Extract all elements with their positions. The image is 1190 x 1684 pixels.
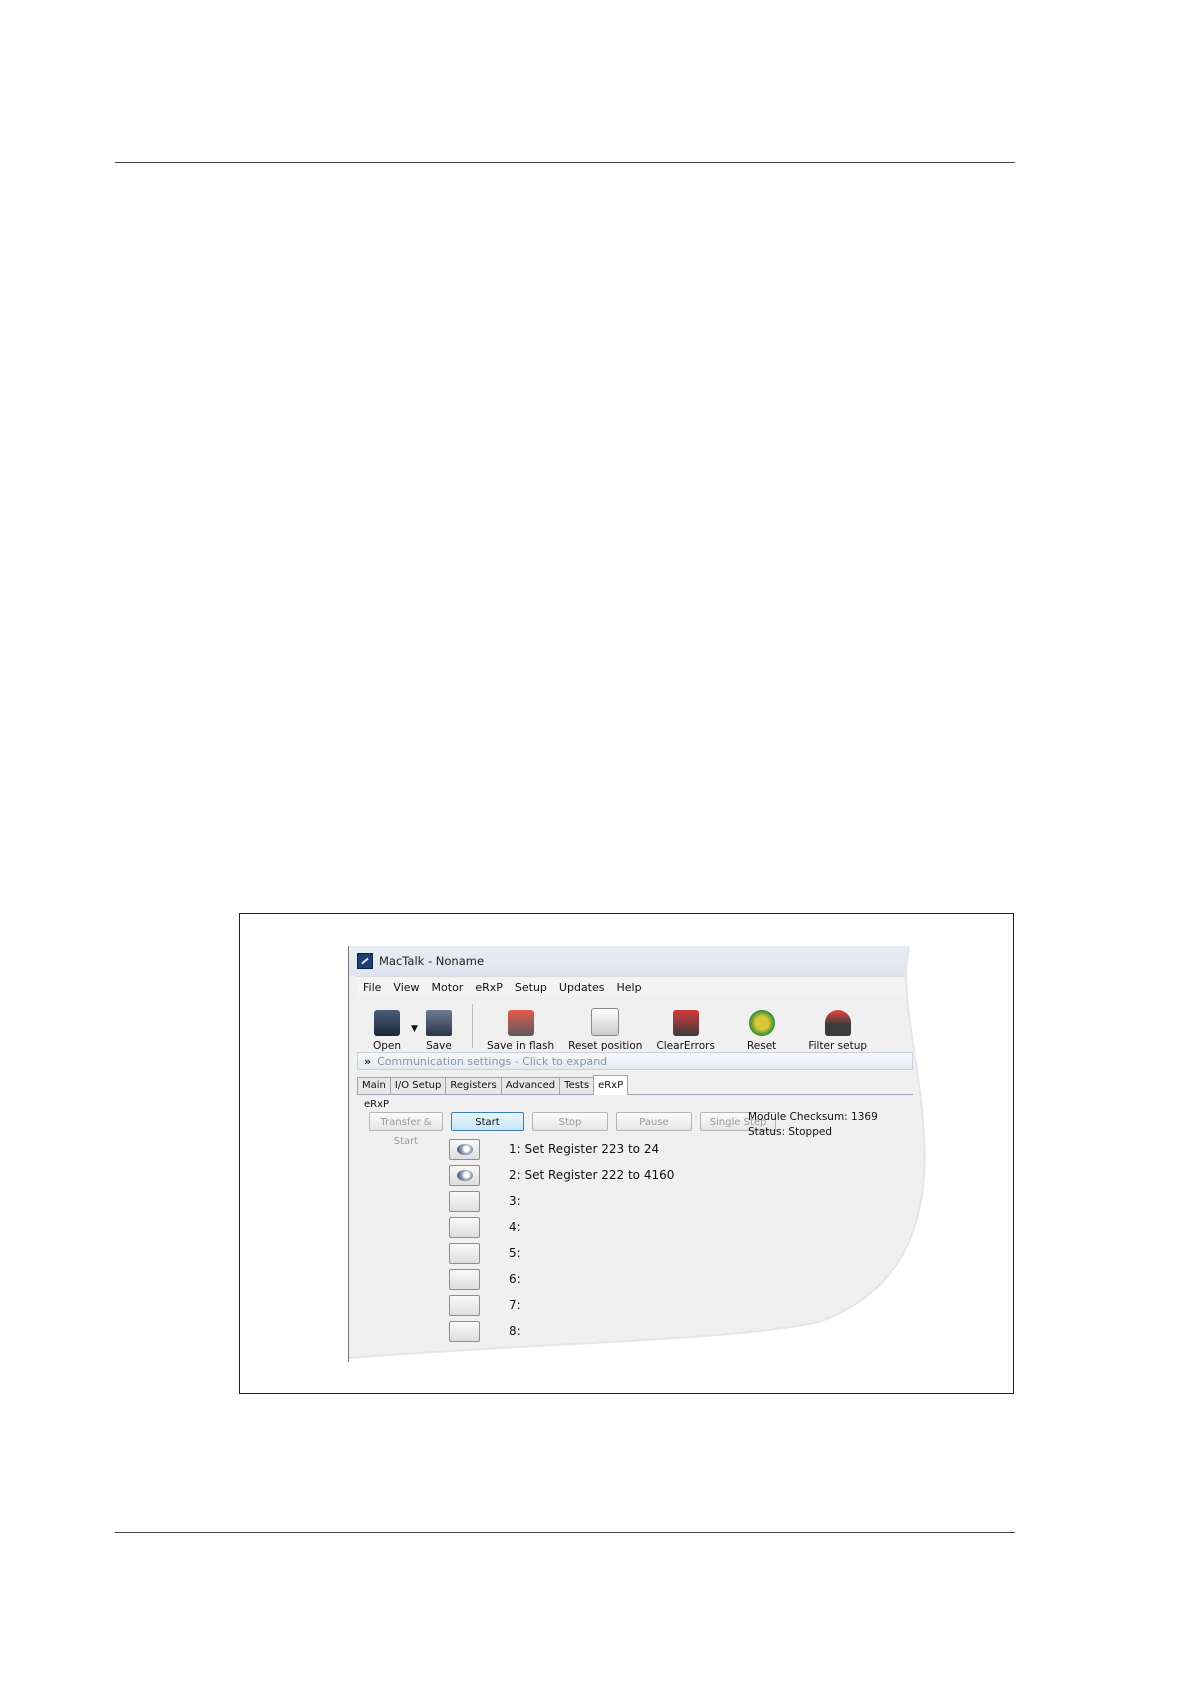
step-3-text: 3: xyxy=(509,1194,521,1208)
step-6-text: 6: xyxy=(509,1272,521,1286)
window-title: MacTalk - Noname xyxy=(379,954,485,968)
step-7-text: 7: xyxy=(509,1298,521,1312)
reset-green-icon xyxy=(748,1010,775,1036)
joystick-filter-icon xyxy=(824,1010,851,1036)
header-rule xyxy=(115,162,1015,163)
save-disk-icon xyxy=(425,1010,452,1036)
save-label: Save xyxy=(426,1040,452,1052)
step-row-4: 4: xyxy=(449,1217,869,1239)
menu-help[interactable]: Help xyxy=(611,981,648,994)
step-8-empty-button[interactable] xyxy=(449,1321,480,1342)
save-in-flash-label: Save in flash xyxy=(486,1040,555,1052)
step-row-7: 7: xyxy=(449,1295,869,1317)
module-checksum: Module Checksum: 1369 xyxy=(748,1111,878,1123)
filter-setup-label: Filter setup xyxy=(808,1040,868,1052)
step-6-empty-button[interactable] xyxy=(449,1269,480,1290)
reset-position-button[interactable]: Reset position xyxy=(568,998,642,1052)
menu-bar: File View Motor eRxP Setup Updates Help xyxy=(357,976,927,997)
toolbar: Open ▼ Save Save in flash Reset position… xyxy=(357,998,913,1052)
stop-button[interactable]: Stop xyxy=(532,1112,608,1131)
tab-tests[interactable]: Tests xyxy=(559,1077,595,1094)
filter-setup-button[interactable]: Filter setup xyxy=(808,998,867,1052)
menu-updates[interactable]: Updates xyxy=(553,981,611,994)
mactalk-app-icon xyxy=(357,953,373,969)
step-row-3: 3: xyxy=(449,1191,869,1213)
open-label: Open xyxy=(373,1040,402,1052)
title-bar: MacTalk - Noname xyxy=(349,946,934,976)
step-row-6: 6: xyxy=(449,1269,869,1291)
menu-erxp[interactable]: eRxP xyxy=(469,981,509,994)
footer-rule xyxy=(115,1532,1015,1533)
step-4-empty-button[interactable] xyxy=(449,1217,480,1238)
toolbar-separator xyxy=(471,1004,473,1048)
tab-erxp[interactable]: eRxP xyxy=(593,1075,629,1095)
open-folder-icon xyxy=(374,1010,401,1036)
open-dropdown-icon[interactable]: ▼ xyxy=(411,1024,418,1034)
step-1-text: 1: Set Register 223 to 24 xyxy=(509,1142,660,1156)
step-2-command-icon[interactable] xyxy=(449,1165,480,1186)
reset-button[interactable]: Reset xyxy=(747,998,776,1052)
step-row-1: 1: Set Register 223 to 24 xyxy=(449,1139,869,1161)
reset-label: Reset xyxy=(746,1040,777,1052)
save-button[interactable]: Save xyxy=(425,998,452,1052)
step-row-8: 8: xyxy=(449,1321,869,1343)
transfer-start-button[interactable]: Transfer & Start xyxy=(369,1112,443,1147)
menu-motor[interactable]: Motor xyxy=(426,981,470,994)
tab-io-setup[interactable]: I/O Setup xyxy=(389,1077,447,1094)
step-8-text: 8: xyxy=(509,1324,521,1338)
step-5-empty-button[interactable] xyxy=(449,1243,480,1264)
mactalk-window: MacTalk - Noname File View Motor eRxP Se… xyxy=(348,946,934,1362)
communication-settings-bar[interactable]: » Communication settings - Click to expa… xyxy=(357,1052,913,1070)
flash-chip-icon xyxy=(507,1010,534,1036)
clear-errors-icon xyxy=(672,1010,699,1036)
status-text: Status: Stopped xyxy=(748,1126,832,1138)
pause-button[interactable]: Pause xyxy=(616,1112,692,1131)
open-button[interactable]: Open xyxy=(373,998,401,1052)
step-2-text: 2: Set Register 222 to 4160 xyxy=(509,1168,675,1182)
menu-setup[interactable]: Setup xyxy=(509,981,553,994)
step-1-command-icon[interactable] xyxy=(449,1139,480,1160)
axis-position-icon xyxy=(591,1008,620,1036)
menu-view[interactable]: View xyxy=(387,981,425,994)
tab-registers[interactable]: Registers xyxy=(445,1077,502,1094)
erxp-button-row: Transfer & Start Start Stop Pause Single… xyxy=(369,1112,784,1147)
start-button[interactable]: Start xyxy=(451,1112,524,1131)
tab-main[interactable]: Main xyxy=(357,1077,391,1094)
step-4-text: 4: xyxy=(509,1220,521,1234)
menu-file[interactable]: File xyxy=(357,981,387,994)
step-5-text: 5: xyxy=(509,1246,521,1260)
step-row-5: 5: xyxy=(449,1243,869,1265)
clear-errors-button[interactable]: ClearErrors xyxy=(656,998,715,1052)
expand-chevron-icon: » xyxy=(364,1054,372,1068)
clear-errors-label: ClearErrors xyxy=(656,1040,715,1052)
tab-strip: Main I/O Setup Registers Advanced Tests … xyxy=(357,1075,913,1095)
save-in-flash-button[interactable]: Save in flash xyxy=(487,998,554,1052)
reset-position-label: Reset position xyxy=(568,1040,643,1052)
communication-settings-label: Communication settings - Click to expand xyxy=(377,1054,608,1068)
step-row-2: 2: Set Register 222 to 4160 xyxy=(449,1165,869,1187)
erxp-panel-label: eRxP xyxy=(364,1099,390,1110)
module-info: Module Checksum: 1369 Status: Stopped xyxy=(748,1110,878,1140)
step-7-empty-button[interactable] xyxy=(449,1295,480,1316)
tab-advanced[interactable]: Advanced xyxy=(500,1077,561,1094)
step-3-empty-button[interactable] xyxy=(449,1191,480,1212)
